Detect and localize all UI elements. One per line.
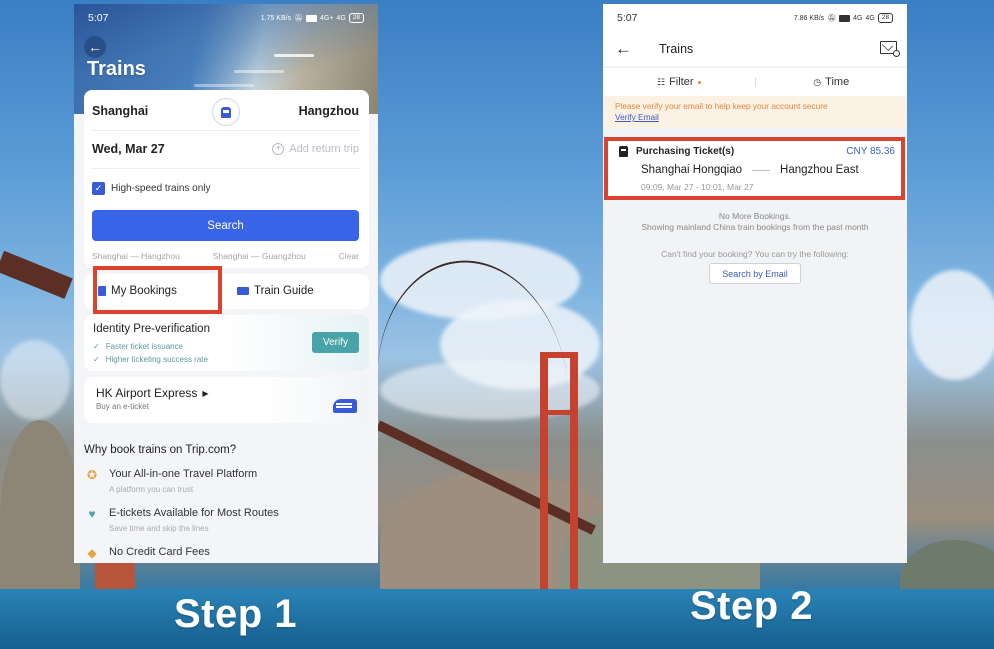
- heart-check-icon: ♥: [88, 507, 96, 521]
- status-bar: 5:07 1.75 KB/s 🔕︎ 4G+ 4G 28: [74, 4, 378, 32]
- history-item[interactable]: Shanghai — Hangzhou: [92, 251, 180, 261]
- search-history: Shanghai — Hangzhou Shanghai — Guangzhou…: [92, 251, 359, 261]
- search-by-email-button[interactable]: Search by Email: [709, 263, 801, 284]
- tag-icon: ◆: [87, 546, 97, 560]
- high-speed-toggle[interactable]: ✓ High-speed trains only: [92, 182, 211, 195]
- hd-icon: [839, 14, 851, 22]
- why-item: ✪ Your All-in-one Travel Platform A platf…: [84, 468, 257, 494]
- verify-email-link[interactable]: Verify Email: [615, 112, 895, 122]
- verification-benefit: ✓ Higher ticketing success rate: [93, 355, 208, 364]
- status-time: 5:07: [88, 12, 109, 24]
- time-label: Time: [825, 76, 850, 88]
- bookings-scope-text: Showing mainland China train bookings fr…: [641, 221, 869, 232]
- check-icon: ✓: [93, 342, 100, 351]
- page-title: Trains: [87, 58, 146, 80]
- step-2-label: Step 2: [690, 584, 814, 628]
- net-speed: 1.75 KB/s: [260, 14, 292, 22]
- step-1-screen: 5:07 1.75 KB/s 🔕︎ 4G+ 4G 28 ← Trains Sha…: [74, 4, 378, 563]
- back-button[interactable]: ←: [615, 39, 645, 59]
- filter-label: Filter: [669, 76, 694, 88]
- status-time: 5:07: [617, 12, 638, 24]
- highlight-box-my-bookings: [93, 266, 222, 314]
- no-more-bookings-text: No More Bookings.: [718, 211, 792, 221]
- check-icon: ✓: [93, 355, 100, 364]
- filter-icon: ☷: [656, 76, 666, 87]
- highlight-box-booking: [604, 137, 905, 200]
- email-verification-notice: Please verify your email to help keep yo…: [603, 96, 907, 128]
- swap-cities-button[interactable]: [212, 98, 240, 126]
- clear-history-button[interactable]: Clear: [339, 251, 359, 261]
- train-guide-label: Train Guide: [254, 285, 314, 297]
- departure-date[interactable]: Wed, Mar 27: [92, 142, 165, 156]
- clock-sort-icon: ◷: [813, 76, 822, 87]
- notice-text: Please verify your email to help keep yo…: [615, 101, 828, 111]
- verify-button[interactable]: Verify: [312, 332, 359, 353]
- signal-icon: 4G+: [319, 14, 334, 22]
- why-item-subtitle: Save time and skip the lines: [109, 524, 209, 533]
- checkbox-checked-icon[interactable]: ✓: [92, 182, 105, 195]
- high-speed-label: High-speed trains only: [111, 183, 211, 194]
- hk-express-subtitle: Buy an e-ticket: [96, 402, 149, 411]
- add-return-trip[interactable]: + Add return trip: [272, 143, 359, 155]
- why-item-title: Your All-in-one Travel Platform: [109, 468, 258, 480]
- mute-icon: 🔕︎: [294, 15, 303, 22]
- why-item-title: No Credit Card Fees: [109, 546, 210, 558]
- signal-icon: 4G: [336, 14, 346, 22]
- empty-message: No More Bookings. Showing mainland China…: [603, 211, 907, 232]
- why-item-subtitle: A platform you can trust: [109, 485, 194, 494]
- arrow-left-icon: ←: [88, 39, 102, 55]
- triangle-right-icon: ▶: [202, 388, 209, 398]
- plus-circle-icon: +: [272, 143, 285, 155]
- mute-icon: 🔕︎: [827, 15, 837, 22]
- hk-airport-express-card[interactable]: HK Airport Express ▶ Buy an e-ticket: [84, 377, 369, 423]
- train-guide-link[interactable]: Train Guide: [237, 285, 314, 297]
- mail-search-icon[interactable]: [880, 41, 900, 57]
- identity-verification-card: Identity Pre-verification ✓ Faster ticket…: [84, 315, 369, 371]
- time-sort-button[interactable]: ◷ Time: [756, 76, 908, 88]
- net-speed: 7.86 KB/s: [793, 14, 825, 22]
- train-icon: [221, 106, 231, 118]
- nav-bar: ← Trains: [603, 32, 907, 66]
- search-button[interactable]: Search: [92, 210, 359, 241]
- filter-bar: ☷ Filter ◷ Time: [603, 68, 907, 96]
- verification-title: Identity Pre-verification: [93, 323, 210, 335]
- from-city[interactable]: Shanghai: [92, 104, 148, 118]
- history-item[interactable]: Shanghai — Guangzhou: [213, 251, 306, 261]
- status-bar: 5:07 7.86 KB/s 🔕︎ 4G 4G 28: [603, 4, 907, 32]
- filter-active-dot: [697, 81, 701, 84]
- filter-button[interactable]: ☷ Filter: [603, 76, 755, 88]
- signal-icon: 4G: [865, 14, 875, 22]
- laurel-star-icon: ✪: [86, 468, 98, 482]
- help-text: Can't find your booking? You can try the…: [661, 249, 849, 259]
- why-item-title: E-tickets Available for Most Routes: [109, 507, 279, 519]
- express-train-icon: [333, 399, 357, 413]
- hd-icon: [305, 14, 317, 22]
- hk-express-title: HK Airport Express: [96, 386, 198, 400]
- battery-icon: 28: [877, 13, 893, 23]
- verification-benefit: ✓ Faster ticket issuance: [93, 342, 184, 351]
- signal-icon: 4G: [853, 14, 863, 22]
- why-book-title: Why book trains on Trip.com?: [84, 444, 237, 456]
- why-item: ◆ No Credit Card Fees: [84, 546, 210, 560]
- step-1-label: Step 1: [174, 592, 298, 636]
- to-city[interactable]: Hangzhou: [299, 104, 359, 118]
- back-button[interactable]: ←: [84, 36, 106, 58]
- battery-icon: 28: [348, 13, 364, 23]
- step-2-screen: 5:07 7.86 KB/s 🔕︎ 4G 4G 28 ← Trains ☷ Fi…: [603, 4, 907, 563]
- search-card: Shanghai Hangzhou Wed, Mar 27 + Add retu…: [84, 90, 369, 268]
- page-title: Trains: [659, 42, 694, 56]
- why-item: ♥ E-tickets Available for Most Routes Sav…: [84, 507, 279, 533]
- guide-icon: [237, 287, 249, 295]
- add-return-label: Add return trip: [289, 143, 359, 155]
